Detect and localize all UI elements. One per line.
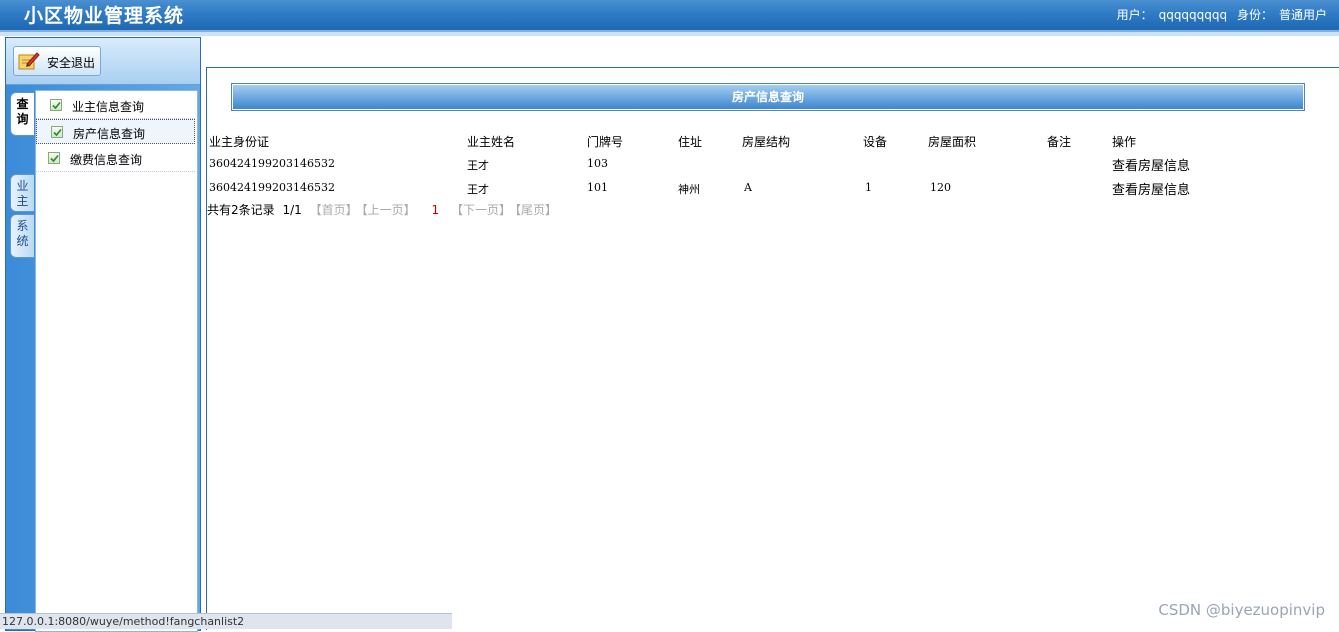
cell-owner-name: 王才	[467, 159, 489, 172]
status-url: 127.0.0.1:8080/wuye/method!fangchanlist2	[2, 615, 245, 628]
user-name: qqqqqqqqq	[1158, 8, 1228, 22]
pencil-icon	[18, 51, 40, 71]
page-indicator: 1/1	[282, 203, 302, 217]
tab-owner-label: 业主	[16, 179, 29, 208]
checkbox-icon	[50, 99, 62, 111]
current-page: 1	[431, 203, 440, 217]
logout-area: 安全退出	[6, 38, 200, 85]
logout-label: 安全退出	[47, 56, 96, 70]
left-sidebar: 安全退出 查询 业主 系统 业主信息查询 房产信息查询 缴费信息查询	[5, 37, 201, 632]
sidebar-item-label: 业主信息查询	[72, 100, 145, 114]
column-header: 门牌号	[587, 135, 624, 149]
user-label: 用户：	[1116, 8, 1153, 22]
table-row: 360424199203146532 王才 101 神州 A 1 120 查看房…	[209, 178, 1339, 200]
tab-owner[interactable]: 业主	[10, 174, 34, 212]
section-title: 房产信息查询	[233, 85, 1303, 109]
table-header-row: 业主身份证 业主姓名 门牌号 住址 房屋结构 设备 房屋面积 备注 操作	[209, 130, 1339, 152]
browser-status-bar: 127.0.0.1:8080/wuye/method!fangchanlist2	[0, 613, 452, 629]
tab-query[interactable]: 查询	[10, 92, 34, 136]
section-header: 房产信息查询	[231, 83, 1305, 111]
column-header: 设备	[863, 135, 888, 149]
cell-door-number: 101	[587, 181, 608, 194]
first-page-link[interactable]: 【首页】	[310, 203, 358, 217]
last-page-link[interactable]: 【尾页】	[515, 203, 557, 217]
role-label: 身份：	[1236, 8, 1273, 22]
logout-button[interactable]: 安全退出	[13, 46, 101, 76]
table-row: 360424199203146532 王才 103 查看房屋信息	[209, 154, 1339, 176]
pagination: 共有2条记录 1/1 【首页】 【上一页】 1 【下一页】 【尾页】	[207, 201, 561, 218]
checkbox-icon	[48, 152, 60, 164]
column-header: 业主身份证	[209, 135, 270, 149]
column-header: 业主姓名	[467, 135, 516, 149]
view-house-link[interactable]: 查看房屋信息	[1112, 179, 1190, 198]
main-content: 房产信息查询 业主身份证 业主姓名 门牌号 住址 房屋结构 设备 房屋面积 备注…	[206, 67, 1339, 630]
cell-structure: A	[744, 181, 752, 194]
prev-page-link[interactable]: 【上一页】	[362, 203, 416, 217]
cell-address: 神州	[678, 183, 700, 196]
tab-system-label: 系统	[16, 219, 29, 248]
sidebar-item-owner-info[interactable]: 业主信息查询	[36, 93, 195, 119]
column-header: 房屋结构	[742, 135, 791, 149]
cell-owner-id: 360424199203146532	[209, 181, 335, 194]
sidebar-menu: 业主信息查询 房产信息查询 缴费信息查询	[35, 90, 198, 632]
watermark: CSDN @biyezuopinvip	[1158, 601, 1325, 619]
cell-owner-name: 王才	[467, 183, 489, 196]
cell-equipment: 1	[865, 181, 872, 194]
column-header: 备注	[1047, 135, 1072, 149]
top-header: 小区物业管理系统 用户： qqqqqqqqq 身份： 普通用户	[0, 0, 1339, 32]
cell-owner-id: 360424199203146532	[209, 157, 335, 170]
sidebar-item-label: 房产信息查询	[73, 127, 146, 141]
sidebar-item-label: 缴费信息查询	[70, 153, 143, 167]
tab-system[interactable]: 系统	[10, 214, 34, 258]
next-page-link[interactable]: 【下一页】	[451, 203, 511, 217]
role-value: 普通用户	[1278, 8, 1327, 22]
sidebar-item-payment-info[interactable]: 缴费信息查询	[36, 146, 195, 172]
view-house-link[interactable]: 查看房屋信息	[1112, 155, 1190, 174]
tab-query-label: 查询	[16, 97, 29, 126]
header-strip	[0, 32, 1339, 36]
column-header: 操作	[1112, 135, 1137, 149]
checkbox-icon	[51, 126, 63, 138]
column-header: 住址	[678, 135, 703, 149]
sidebar-item-property-info[interactable]: 房产信息查询	[36, 119, 195, 144]
app-title: 小区物业管理系统	[24, 5, 185, 27]
column-header: 房屋面积	[928, 135, 977, 149]
record-count: 共有2条记录	[207, 203, 275, 217]
cell-area: 120	[930, 181, 951, 194]
user-info: 用户： qqqqqqqqq 身份： 普通用户	[1111, 6, 1327, 23]
cell-door-number: 103	[587, 157, 608, 170]
